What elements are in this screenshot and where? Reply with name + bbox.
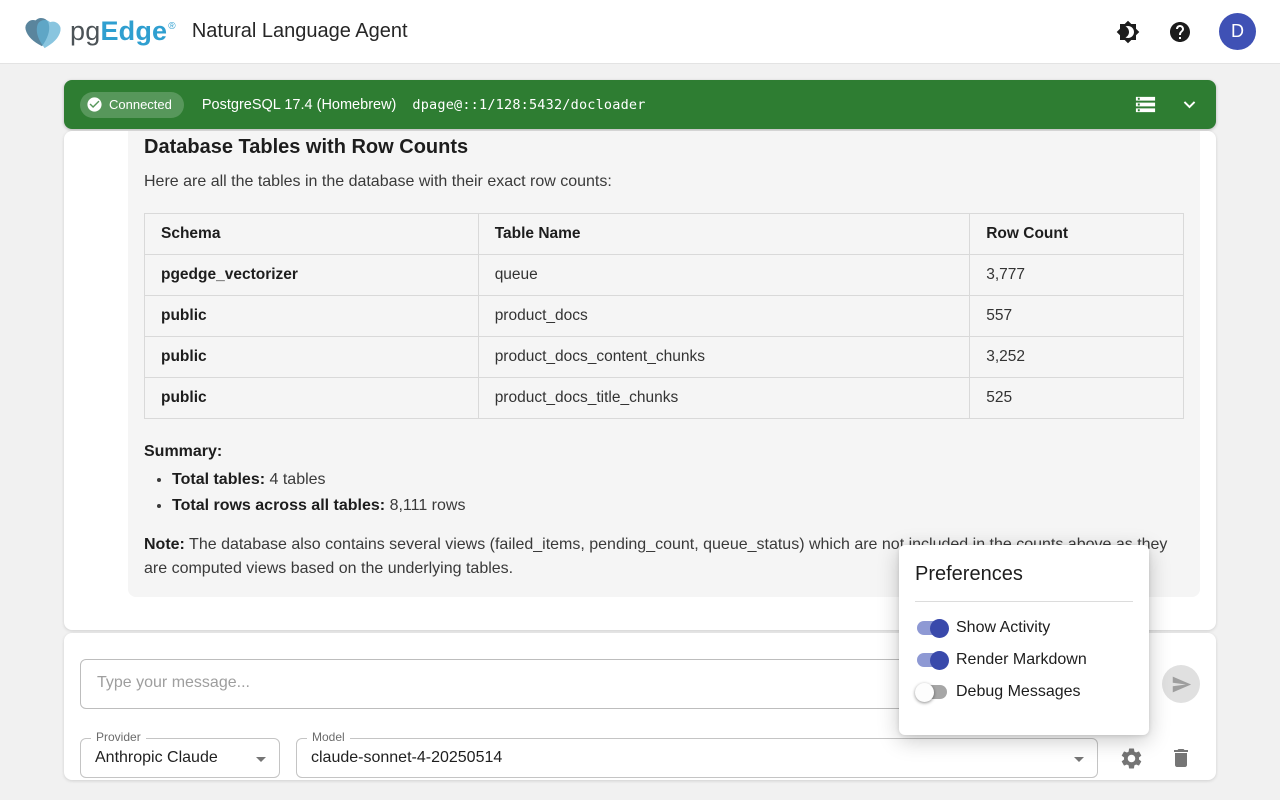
table-cell: product_docs [478,296,970,337]
connection-status-label: Connected [109,97,172,112]
model-select-label: Model [307,730,350,744]
user-avatar[interactable]: D [1219,13,1256,50]
column-header: Row Count [970,214,1184,255]
toggle-switch[interactable] [917,621,947,635]
model-select[interactable]: Model claude-sonnet-4-20250514 [296,738,1098,778]
toggle-thumb [930,651,949,670]
preferences-popup: Preferences Show Activity Render Markdown… [899,545,1149,735]
check-circle-icon [86,96,103,113]
pref-row-debug-messages: Debug Messages [915,679,1133,705]
table-row: publicproduct_docs_content_chunks3,252 [145,337,1184,378]
server-stack-icon [1134,93,1157,116]
connection-expand-button[interactable] [1176,92,1202,118]
list-item: Total rows across all tables: 8,111 rows [172,497,1184,515]
help-icon [1168,20,1192,44]
table-cell: pgedge_vectorizer [145,255,479,296]
toggle-thumb [915,683,934,702]
page-title: Natural Language Agent [192,20,408,43]
table-row: pgedge_vectorizerqueue3,777 [145,255,1184,296]
toggle-thumb [930,619,949,638]
help-button[interactable] [1167,19,1193,45]
message-heading: Database Tables with Row Counts [144,136,1184,159]
column-header: Table Name [478,214,970,255]
connection-bar[interactable]: Connected PostgreSQL 17.4 (Homebrew) dpa… [64,80,1216,129]
brightness-icon [1116,20,1140,44]
pgedge-wordmark: pgEdge® [70,16,176,47]
clear-chat-button[interactable] [1168,745,1194,771]
pgedge-logo-icon [22,10,66,54]
toggle-label: Show Activity [956,619,1050,637]
message-intro: Here are all the tables in the database … [144,173,1184,191]
summary-heading: Summary: [144,443,1184,461]
toggle-label: Debug Messages [956,683,1081,701]
app-window: pgEdge® Natural Language Agent D Conne [0,0,1280,800]
dropdown-arrow-icon [249,747,273,771]
pgedge-logo: pgEdge® [22,10,176,54]
bullet-value: 8,111 rows [390,497,466,514]
server-list-button[interactable] [1132,92,1158,118]
gear-icon [1119,746,1144,771]
provider-select-label: Provider [91,730,146,744]
bullet-label: Total tables: [172,471,265,488]
table-row: publicproduct_docs557 [145,296,1184,337]
table-cell: public [145,296,479,337]
dark-mode-toggle-button[interactable] [1115,19,1141,45]
table-cell: 3,252 [970,337,1184,378]
provider-select[interactable]: Provider Anthropic Claude [80,738,280,778]
divider [915,601,1133,602]
app-header: pgEdge® Natural Language Agent D [0,0,1280,64]
connection-string: dpage@::1/128:5432/docloader [412,97,645,113]
send-icon [1171,674,1192,695]
table-row: publicproduct_docs_title_chunks525 [145,378,1184,419]
server-version-label: PostgreSQL 17.4 (Homebrew) [202,97,397,113]
table-cell: product_docs_content_chunks [478,337,970,378]
table-cell: public [145,337,479,378]
results-table: SchemaTable NameRow Count pgedge_vectori… [144,213,1184,419]
preferences-toggle-list: Show Activity Render Markdown Debug Messag… [915,615,1133,705]
chevron-down-icon [1178,93,1201,116]
table-cell: 525 [970,378,1184,419]
toggle-label: Render Markdown [956,651,1087,669]
dropdown-arrow-icon [1067,747,1091,771]
toggle-switch[interactable] [917,653,947,667]
settings-button[interactable] [1118,745,1144,771]
table-cell: 3,777 [970,255,1184,296]
table-cell: queue [478,255,970,296]
bullet-label: Total rows across all tables: [172,497,385,514]
model-select-value: claude-sonnet-4-20250514 [297,739,1097,777]
list-item: Total tables: 4 tables [172,471,1184,489]
preferences-title: Preferences [915,563,1133,586]
bullet-value: 4 tables [270,471,326,488]
summary-list: Total tables: 4 tables Total rows across… [144,471,1184,515]
table-cell: product_docs_title_chunks [478,378,970,419]
pref-row-render-markdown: Render Markdown [915,647,1133,673]
table-cell: 557 [970,296,1184,337]
send-button[interactable] [1162,665,1200,703]
note-label: Note: [144,536,185,553]
pref-row-show-activity: Show Activity [915,615,1133,641]
toggle-switch[interactable] [917,685,947,699]
trash-icon [1169,746,1193,770]
table-cell: public [145,378,479,419]
column-header: Schema [145,214,479,255]
connection-status-badge: Connected [80,92,184,118]
table-header-row: SchemaTable NameRow Count [145,214,1184,255]
assistant-message: Database Tables with Row Counts Here are… [128,131,1200,597]
